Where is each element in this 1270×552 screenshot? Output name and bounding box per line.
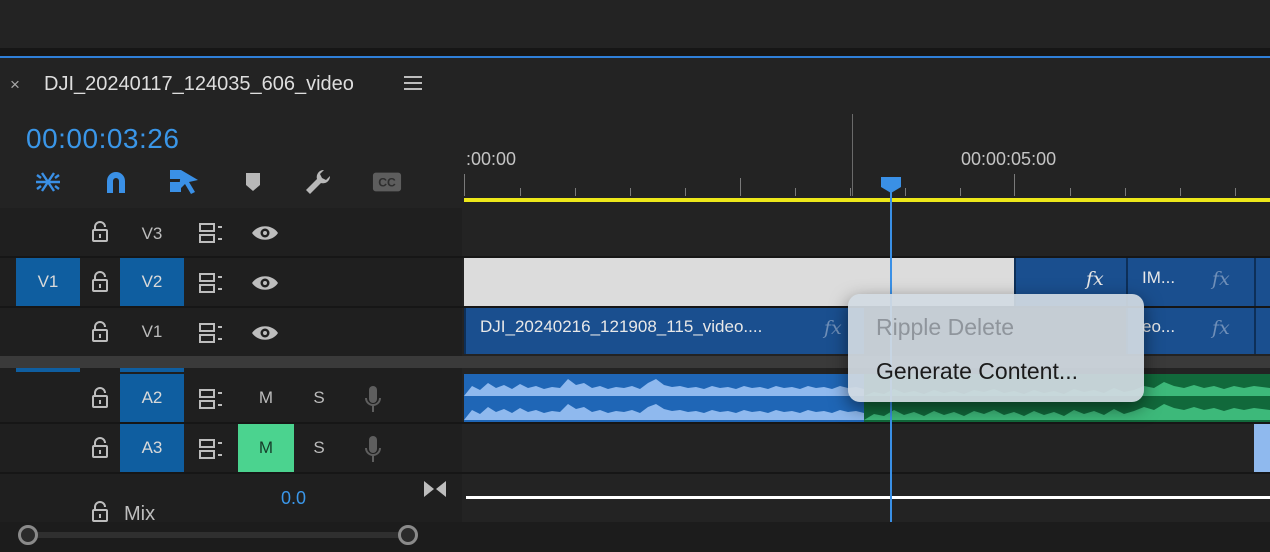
menu-item-ripple-delete: Ripple Delete bbox=[876, 314, 1015, 340]
track-label-a2[interactable]: A2 bbox=[120, 374, 184, 422]
ruler-in-point-line bbox=[852, 114, 853, 196]
clip-name: eo... bbox=[1142, 317, 1176, 336]
hamburger-menu-icon[interactable] bbox=[404, 76, 422, 92]
ruler-label-5s: 00:00:05:00 bbox=[961, 149, 1057, 169]
close-sequence-icon[interactable]: × bbox=[10, 75, 20, 95]
top-panel-area bbox=[0, 0, 1270, 48]
sync-lock-v3-icon[interactable] bbox=[196, 220, 226, 246]
lock-track-v3-icon[interactable] bbox=[86, 218, 114, 246]
menu-item-generate-content[interactable]: Generate Content... bbox=[876, 357, 1078, 385]
linked-selection-icon[interactable] bbox=[169, 168, 199, 196]
v2-clip-edge[interactable] bbox=[1254, 258, 1270, 306]
voiceover-record-a3-mic-icon[interactable] bbox=[360, 434, 386, 464]
work-area-bar[interactable] bbox=[464, 198, 1270, 202]
track-lane-v3[interactable] bbox=[464, 208, 1270, 256]
toggle-output-v2-eye-icon[interactable] bbox=[250, 270, 280, 296]
playhead-timecode[interactable]: 00:00:03:26 bbox=[26, 123, 179, 155]
mix-volume-value[interactable]: 0.0 bbox=[281, 488, 306, 509]
source-patch-v1[interactable]: V1 bbox=[16, 258, 80, 306]
ruler-label-start: :00:00 bbox=[466, 149, 517, 169]
clip-name: DJI_20240216_121908_115_video.... bbox=[480, 317, 763, 336]
track-lane-a3[interactable] bbox=[464, 424, 1270, 472]
fx-badge[interactable]: fx bbox=[1212, 317, 1230, 339]
v2-clip-im[interactable]: IM... fx bbox=[1126, 258, 1254, 306]
sync-lock-a2-icon[interactable] bbox=[196, 386, 226, 412]
timeline-zoom-scrollbar[interactable] bbox=[28, 532, 408, 538]
panel-separator bbox=[0, 48, 1270, 56]
lock-track-a3-icon[interactable] bbox=[86, 434, 114, 462]
clip-name: IM... bbox=[1142, 268, 1176, 287]
scrollbar-right-handle[interactable] bbox=[398, 525, 418, 545]
track-label-v3[interactable]: V3 bbox=[120, 212, 184, 256]
source-patch-a1-edge bbox=[16, 368, 80, 372]
svg-text:CC: CC bbox=[378, 176, 396, 190]
toggle-output-v3-eye-icon[interactable] bbox=[250, 220, 280, 246]
nest-sequences-icon[interactable] bbox=[33, 168, 63, 196]
track-label-v1[interactable]: V1 bbox=[120, 310, 184, 354]
track-a1-edge bbox=[120, 368, 184, 372]
lock-track-v1-icon[interactable] bbox=[86, 318, 114, 346]
v1-clip-right[interactable]: eo... fx bbox=[1126, 308, 1254, 354]
solo-a2-button[interactable]: S bbox=[304, 374, 334, 422]
lock-mix-icon[interactable] bbox=[86, 500, 114, 524]
mix-volume-keyframe-line[interactable] bbox=[466, 496, 1270, 499]
sync-lock-v1-icon[interactable] bbox=[196, 320, 226, 346]
captions-cc-icon[interactable]: CC bbox=[372, 168, 402, 196]
sequence-tab-title[interactable]: DJI_20240117_124035_606_video bbox=[44, 72, 354, 96]
context-menu: Ripple Delete Generate Content... bbox=[848, 294, 1144, 402]
fx-badge[interactable]: fx bbox=[1086, 268, 1104, 290]
a2-audio-clip[interactable] bbox=[464, 374, 864, 422]
sync-lock-v2-icon[interactable] bbox=[196, 270, 226, 296]
v1-clip-edge[interactable] bbox=[1254, 308, 1270, 354]
lock-track-a2-icon[interactable] bbox=[86, 384, 114, 412]
v1-clip-main[interactable]: DJI_20240216_121908_115_video.... fx bbox=[464, 308, 864, 354]
track-label-a3[interactable]: A3 bbox=[120, 424, 184, 472]
track-label-v2[interactable]: V2 bbox=[120, 258, 184, 306]
snap-magnet-icon[interactable] bbox=[101, 168, 131, 196]
go-to-in-out-icon[interactable] bbox=[422, 478, 448, 500]
lock-track-v2-icon[interactable] bbox=[86, 268, 114, 296]
a3-audio-clip-edge[interactable] bbox=[1254, 424, 1270, 472]
time-ruler[interactable] bbox=[464, 112, 1270, 198]
active-panel-highlight bbox=[0, 56, 1270, 58]
fx-badge[interactable]: fx bbox=[1212, 268, 1230, 290]
timeline-settings-wrench-icon[interactable] bbox=[304, 168, 334, 196]
mute-a2-button[interactable]: M bbox=[238, 374, 294, 422]
mute-a3-button[interactable]: M bbox=[238, 424, 294, 472]
voiceover-record-a2-mic-icon[interactable] bbox=[360, 384, 386, 414]
scrollbar-left-handle[interactable] bbox=[18, 525, 38, 545]
add-marker-icon[interactable] bbox=[238, 168, 268, 196]
toggle-output-v1-eye-icon[interactable] bbox=[250, 320, 280, 346]
playhead-handle[interactable] bbox=[880, 176, 902, 194]
sync-lock-a3-icon[interactable] bbox=[196, 436, 226, 462]
fx-badge[interactable]: fx bbox=[824, 317, 842, 339]
solo-a3-button[interactable]: S bbox=[304, 424, 334, 472]
